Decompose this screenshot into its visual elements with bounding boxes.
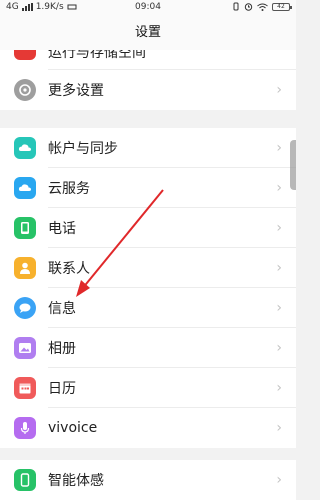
chevron-right-icon: › xyxy=(276,180,282,196)
gear-icon xyxy=(14,79,36,101)
list-item-messages[interactable]: 信息 › xyxy=(0,288,296,328)
vibrate-icon xyxy=(233,2,239,11)
edge-handle[interactable] xyxy=(290,140,296,190)
calendar-icon xyxy=(14,377,36,399)
battery-icon: 42 xyxy=(272,2,292,11)
list-item-label: 智能体感 xyxy=(48,473,104,489)
chevron-right-icon: › xyxy=(276,82,282,98)
chevron-right-icon: › xyxy=(276,300,282,316)
battery-level: 42 xyxy=(277,2,285,10)
list-item-phone[interactable]: 电话 › xyxy=(0,208,296,248)
status-bar: 4G 1.9K/s 09:04 42 xyxy=(0,0,296,16)
phone-icon xyxy=(14,217,36,239)
phone-gesture-icon xyxy=(14,469,36,491)
mic-icon xyxy=(14,417,36,439)
list-item-vivoice[interactable]: vivoice › xyxy=(0,408,296,448)
wifi-icon xyxy=(257,3,268,11)
list-item-label: 联系人 xyxy=(48,261,90,277)
chevron-right-icon: › xyxy=(276,220,282,236)
list-item-calendar[interactable]: 日历 › xyxy=(0,368,296,408)
cloud-sync-icon xyxy=(14,137,36,159)
chevron-right-icon: › xyxy=(276,380,282,396)
list-item-label: vivoice xyxy=(48,420,98,436)
list-item-label: 日历 xyxy=(48,381,76,397)
list-item-label: 云服务 xyxy=(48,181,90,197)
list-item-cloud-service[interactable]: 云服务 › xyxy=(0,168,296,208)
list-item-label: 相册 xyxy=(48,341,76,357)
chevron-right-icon: › xyxy=(276,340,282,356)
list-item-label: 帐户与同步 xyxy=(48,141,118,157)
list-item-storage[interactable]: 运行与存储空间 xyxy=(0,50,296,70)
list-item-label: 更多设置 xyxy=(48,83,104,99)
list-item-album[interactable]: 相册 › xyxy=(0,328,296,368)
contact-icon xyxy=(14,257,36,279)
cloud-icon xyxy=(14,177,36,199)
list-item-label: 信息 xyxy=(48,301,76,317)
chevron-right-icon: › xyxy=(276,472,282,488)
list-item-more-settings[interactable]: 更多设置 › xyxy=(0,70,296,110)
list-item-account-sync[interactable]: 帐户与同步 › xyxy=(0,128,296,168)
chevron-right-icon: › xyxy=(276,140,282,156)
page-title: 设置 xyxy=(0,16,296,50)
album-icon xyxy=(14,337,36,359)
message-icon xyxy=(14,297,36,319)
list-item-label: 运行与存储空间 xyxy=(48,50,146,61)
chevron-right-icon: › xyxy=(276,260,282,276)
chevron-right-icon: › xyxy=(276,420,282,436)
list-item-label: 电话 xyxy=(48,221,76,237)
partial-icon xyxy=(14,50,36,60)
alarm-icon xyxy=(244,3,253,11)
list-item-contacts[interactable]: 联系人 › xyxy=(0,248,296,288)
list-item-smart-motion[interactable]: 智能体感 › xyxy=(0,460,296,500)
